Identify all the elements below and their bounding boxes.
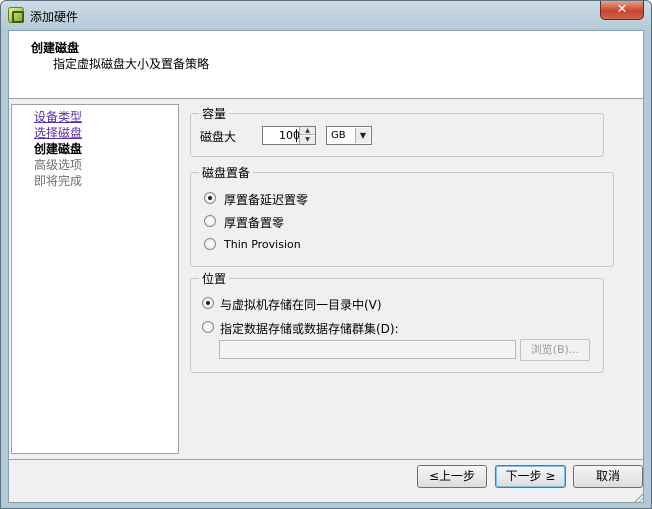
disk-size-spinner[interactable]: 100 ▲ ▼ bbox=[262, 126, 316, 145]
radio-specify-datastore-label[interactable]: 指定数据存储或数据存储群集(D): bbox=[220, 320, 399, 337]
disk-unit-value: GB bbox=[331, 130, 346, 141]
add-hardware-window: 添加硬件 ✕ 创建磁盘 指定虚拟磁盘大小及置备策略 设备类型 选择磁盘 创建磁盘… bbox=[0, 0, 652, 509]
radio-thick-lazy-zeroed-label[interactable]: 厚置备延迟置零 bbox=[224, 191, 308, 208]
wizard-client-area: 创建磁盘 指定虚拟磁盘大小及置备策略 设备类型 选择磁盘 创建磁盘 高级选项 即… bbox=[8, 30, 644, 503]
cancel-button[interactable]: 取消 bbox=[573, 465, 643, 488]
step-select-disk[interactable]: 选择磁盘 bbox=[34, 125, 82, 141]
radio-thick-eager-zeroed[interactable] bbox=[204, 215, 216, 227]
radio-thin-provision[interactable] bbox=[204, 238, 216, 250]
wizard-header: 创建磁盘 指定虚拟磁盘大小及置备策略 bbox=[9, 31, 643, 99]
spinner-arrows: ▲ ▼ bbox=[299, 127, 315, 144]
capacity-group: 容量 磁盘大 100 ▲ ▼ GB ▼ bbox=[190, 105, 604, 157]
radio-thick-lazy-zeroed[interactable] bbox=[204, 192, 216, 204]
spin-down-icon[interactable]: ▼ bbox=[300, 136, 315, 144]
provisioning-group: 磁盘置备 厚置备延迟置零 厚置备置零 Thin Provision bbox=[190, 164, 614, 267]
wizard-steps-panel: 设备类型 选择磁盘 创建磁盘 高级选项 即将完成 bbox=[11, 104, 179, 454]
resize-grip-icon[interactable] bbox=[633, 492, 644, 503]
spin-up-icon[interactable]: ▲ bbox=[300, 127, 315, 135]
capacity-group-title: 容量 bbox=[199, 105, 230, 122]
step-create-disk: 创建磁盘 bbox=[34, 142, 83, 156]
close-button[interactable]: ✕ bbox=[600, 1, 644, 20]
next-button[interactable]: 下一步 ≥ bbox=[495, 465, 566, 488]
chevron-down-icon[interactable]: ▼ bbox=[355, 128, 370, 143]
step-advanced-options: 高级选项 bbox=[34, 158, 83, 172]
page-subtitle: 指定虚拟磁盘大小及置备策略 bbox=[53, 57, 210, 71]
radio-same-directory[interactable] bbox=[202, 297, 214, 309]
back-button[interactable]: ≤上一步 bbox=[417, 465, 487, 488]
location-group: 位置 与虚拟机存储在同一目录中(V) 指定数据存储或数据存储群集(D): 浏览(… bbox=[190, 270, 604, 373]
text-cursor bbox=[296, 129, 297, 142]
app-icon bbox=[8, 7, 24, 23]
radio-same-directory-label[interactable]: 与虚拟机存储在同一目录中(V) bbox=[220, 296, 382, 313]
step-ready-to-complete: 即将完成 bbox=[34, 174, 83, 188]
footer-separator bbox=[9, 459, 643, 460]
provisioning-group-title: 磁盘置备 bbox=[199, 164, 254, 181]
location-group-title: 位置 bbox=[199, 270, 230, 287]
disk-unit-select[interactable]: GB ▼ bbox=[326, 126, 372, 145]
window-title: 添加硬件 bbox=[30, 10, 79, 24]
datastore-path-field bbox=[219, 340, 516, 359]
radio-thin-provision-label[interactable]: Thin Provision bbox=[224, 238, 301, 251]
disk-size-label: 磁盘大 bbox=[200, 130, 237, 144]
title-bar[interactable]: 添加硬件 ✕ bbox=[1, 1, 651, 29]
radio-thick-eager-zeroed-label[interactable]: 厚置备置零 bbox=[224, 214, 284, 231]
browse-button: 浏览(B)... bbox=[520, 339, 590, 361]
step-device-type[interactable]: 设备类型 bbox=[34, 109, 82, 125]
radio-specify-datastore[interactable] bbox=[202, 321, 214, 333]
page-title: 创建磁盘 bbox=[31, 41, 80, 55]
